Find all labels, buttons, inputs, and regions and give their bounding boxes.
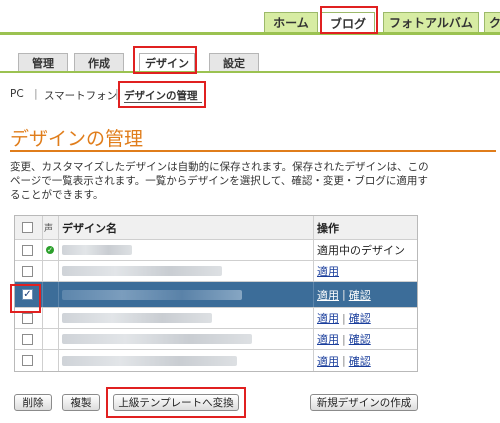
subtab-settings[interactable]: 設定 — [209, 53, 259, 71]
tab-home[interactable]: ホーム — [264, 12, 318, 32]
crumb-pc[interactable]: PC — [10, 88, 24, 100]
row-checkbox[interactable] — [22, 312, 33, 324]
page-description: 変更、カスタマイズしたデザインは自動的に保存されます。保存されたデザインは、この… — [10, 161, 429, 201]
crumb-separator: | — [115, 87, 119, 100]
subtab-settings-label: 設定 — [223, 56, 245, 70]
row-checkbox[interactable] — [22, 265, 33, 277]
confirm-link[interactable]: 確認 — [349, 287, 371, 303]
select-all-checkbox[interactable] — [22, 222, 33, 233]
apply-link[interactable]: 適用 — [317, 263, 339, 279]
table-row[interactable]: 適用 — [15, 261, 417, 282]
row-checkbox-checked[interactable]: ✓ — [22, 289, 33, 300]
apply-link[interactable]: 適用 — [317, 287, 339, 303]
design-table: 声 デザイン名 操作 ✓ 適用中のデザイン 適用 ✓ 適用 | 確認 適用 | … — [14, 215, 418, 372]
link-separator: | — [342, 332, 346, 346]
applied-status: 適用中のデザイン — [317, 244, 405, 257]
header-action: 操作 — [317, 221, 339, 235]
subtab-design[interactable]: デザイン — [139, 53, 195, 72]
link-separator: | — [342, 311, 346, 325]
row-checkbox[interactable] — [22, 355, 33, 366]
table-row[interactable]: 適用 | 確認 — [15, 308, 417, 329]
apply-link[interactable]: 適用 — [317, 310, 339, 326]
apply-link[interactable]: 適用 — [317, 353, 339, 369]
check-circle-icon: ✓ — [46, 245, 54, 254]
page-title: デザインの管理 — [10, 128, 144, 150]
top-nav-divider — [0, 32, 500, 35]
tab-photo-album[interactable]: フォトアルバム — [383, 12, 479, 32]
subtab-create[interactable]: 作成 — [74, 53, 124, 71]
header-design-name: デザイン名 — [62, 221, 117, 235]
crumb-current: デザインの管理 — [124, 90, 198, 102]
table-row-selected[interactable]: ✓ 適用 | 確認 — [15, 282, 417, 308]
confirm-link[interactable]: 確認 — [349, 353, 371, 369]
convert-template-button[interactable]: 上級テンプレートへ変換 — [113, 394, 239, 411]
table-row[interactable]: ✓ 適用中のデザイン — [15, 240, 417, 261]
new-design-button[interactable]: 新規デザインの作成 — [310, 394, 418, 411]
row-checkbox[interactable] — [22, 333, 33, 345]
row-checkbox[interactable] — [22, 244, 33, 256]
link-separator: | — [342, 354, 346, 367]
crumb-separator: | — [34, 87, 38, 100]
confirm-link[interactable]: 確認 — [349, 310, 371, 326]
table-row[interactable]: 適用 | 確認 — [15, 350, 417, 371]
subtab-manage-label: 管理 — [32, 56, 54, 70]
tab-community[interactable]: ク — [484, 12, 500, 32]
tab-home-label: ホーム — [273, 16, 309, 30]
confirm-link[interactable]: 確認 — [349, 331, 371, 347]
apply-link[interactable]: 適用 — [317, 331, 339, 347]
link-separator: | — [342, 288, 346, 301]
design-name-blurred — [62, 266, 222, 276]
title-underline — [10, 150, 496, 152]
design-name-blurred — [62, 355, 237, 366]
design-name-blurred — [62, 313, 212, 323]
subtab-create-label: 作成 — [88, 56, 110, 70]
tab-photo-album-label: フォトアルバム — [389, 16, 473, 30]
subnav-divider — [0, 71, 500, 73]
subtab-design-label: デザイン — [145, 57, 189, 70]
design-name-blurred — [62, 245, 132, 255]
header-flag: 声 — [44, 224, 54, 234]
tab-blog-label: ブログ — [329, 16, 366, 31]
crumb-current-underline — [124, 102, 202, 103]
delete-button[interactable]: 削除 — [14, 394, 52, 411]
table-header-row: 声 デザイン名 操作 — [15, 216, 417, 240]
table-row[interactable]: 適用 | 確認 — [15, 329, 417, 350]
subtab-manage[interactable]: 管理 — [18, 53, 68, 71]
tab-community-label: ク — [489, 16, 500, 30]
tab-blog[interactable]: ブログ — [321, 12, 375, 33]
design-name-blurred — [62, 334, 252, 344]
crumb-smartphone[interactable]: スマートフォン — [44, 88, 117, 103]
copy-button[interactable]: 複製 — [62, 394, 100, 411]
design-name-blurred — [62, 289, 242, 300]
select-all-cell — [22, 216, 36, 239]
